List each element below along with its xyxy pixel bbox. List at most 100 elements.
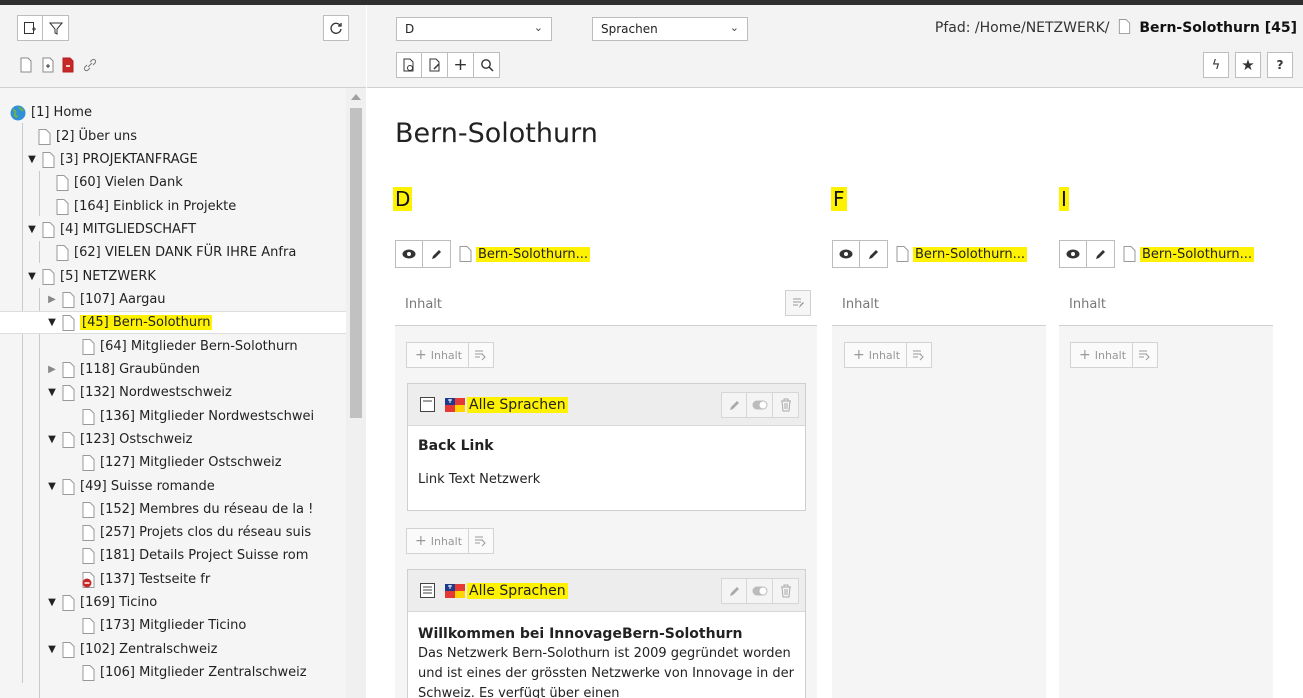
column-header-d: Inhalt <box>395 284 817 326</box>
tree-node[interactable]: ▼ [5] NETZWERK <box>26 265 346 288</box>
help-button[interactable]: ? <box>1267 52 1293 78</box>
tree-node-home[interactable]: [1] Home <box>10 101 346 124</box>
add-content-button[interactable]: + Inhalt <box>406 528 495 554</box>
tree-node[interactable]: [136] Mitglieder Nordwestschwei <box>78 405 346 428</box>
tree-node[interactable]: [60] Vielen Dank <box>52 171 346 194</box>
bookmark-button[interactable]: ★ <box>1235 52 1261 78</box>
refresh-tree-button[interactable] <box>323 15 349 41</box>
tree-node[interactable]: [173] Mitglieder Ticino <box>78 614 346 637</box>
add-content-button[interactable]: + Inhalt <box>1070 342 1159 368</box>
page-tree-toolbar <box>0 5 366 88</box>
edit-page-button[interactable] <box>422 52 448 78</box>
page-title-link[interactable]: Bern-Solothurn... <box>913 246 1028 262</box>
tree-line <box>39 241 40 263</box>
page-icon <box>1123 246 1136 262</box>
tree-node[interactable]: ▼ [123] Ostschweiz <box>46 428 346 451</box>
refresh-icon <box>330 22 342 34</box>
tree-node[interactable]: ▶ [107] Aargau <box>46 288 346 311</box>
tree-node[interactable]: [152] Membres du réseau de la ! <box>78 498 346 521</box>
language-badge: Alle Sprachen <box>467 396 568 413</box>
page-icon <box>82 454 95 471</box>
tree-node[interactable]: ▼ [102] Zentralschweiz <box>46 638 346 661</box>
edit-button[interactable] <box>423 240 451 268</box>
add-button[interactable]: + <box>448 52 474 78</box>
add-content-button[interactable]: + Inhalt <box>406 342 495 368</box>
delete-button[interactable] <box>773 392 799 418</box>
page-icon <box>82 664 95 681</box>
content-element[interactable]: Alle Sprachen Willkommen bei InnovageBer… <box>407 569 806 698</box>
content-element[interactable]: Alle Sprachen Back Link Link Text Netzwe… <box>407 383 806 511</box>
expand-toggle-icon[interactable]: ▶ <box>46 294 58 305</box>
expand-toggle-icon[interactable]: ▼ <box>46 434 58 445</box>
page-icon <box>1118 19 1131 34</box>
tree-node[interactable]: ▼ [132] Nordwestschweiz <box>46 381 346 404</box>
column-header-label: Inhalt <box>405 297 442 312</box>
page-icon <box>82 524 95 541</box>
tree-node[interactable]: ▼ [4] MITGLIEDSCHAFT <box>26 218 346 241</box>
link-icon[interactable] <box>82 57 98 73</box>
tree-node[interactable]: [62] VIELEN DANK FÜR IHRE Anfra <box>52 241 346 264</box>
view-button[interactable] <box>395 240 423 268</box>
toggle-visibility-button[interactable] <box>747 392 773 418</box>
expand-toggle-icon[interactable]: ▼ <box>26 154 38 165</box>
expand-toggle-icon[interactable]: ▼ <box>26 271 38 282</box>
view-select[interactable]: Sprachen ⌄ <box>592 17 748 41</box>
page-icon <box>459 246 472 262</box>
new-page-button[interactable] <box>17 15 43 41</box>
tree-node[interactable]: [164] Einblick in Projekte <box>52 195 346 218</box>
expand-toggle-icon[interactable]: ▼ <box>26 224 38 235</box>
tree-node[interactable]: [106] Mitglieder Zentralschweiz <box>78 661 346 684</box>
tree-node[interactable]: ▼ [49] Suisse romande <box>46 475 346 498</box>
expand-toggle-icon[interactable]: ▼ <box>46 317 58 328</box>
tree-node-label: [102] Zentralschweiz <box>80 642 218 657</box>
tree-node-selected[interactable]: ▼ [45] Bern-Solothurn <box>0 311 346 334</box>
multilanguage-flag-icon <box>445 397 465 412</box>
page-into-icon[interactable] <box>40 57 56 73</box>
eye-icon <box>839 249 853 259</box>
page-title-link[interactable]: Bern-Solothurn... <box>1140 246 1255 262</box>
page-module-content: Bern-Solothurn D F I Bern-Solothurn... B… <box>367 88 1303 698</box>
filter-button[interactable] <box>43 15 69 41</box>
tree-node[interactable]: [257] Projets clos du réseau suis <box>78 521 346 544</box>
expand-toggle-icon[interactable]: ▼ <box>46 481 58 492</box>
add-content-label: Inhalt <box>430 534 463 548</box>
tree-node[interactable]: ▼ [3] PROJEKTANFRAGE <box>26 148 346 171</box>
tree-node-label: [169] Ticino <box>80 595 158 610</box>
trash-icon <box>780 398 791 412</box>
expand-toggle-icon[interactable]: ▼ <box>46 597 58 608</box>
view-page-button[interactable] <box>396 52 422 78</box>
delete-button[interactable] <box>773 578 799 604</box>
tree-node[interactable]: ▶ [118] Graubünden <box>46 358 346 381</box>
edit-button[interactable] <box>721 578 747 604</box>
page-delete-icon[interactable] <box>60 57 76 73</box>
language-select[interactable]: D ⌄ <box>396 17 552 41</box>
edit-button[interactable] <box>860 240 888 268</box>
tree-node[interactable]: [64] Mitglieder Bern-Solothurn <box>78 335 346 358</box>
expand-toggle-icon[interactable]: ▼ <box>46 644 58 655</box>
page-icon[interactable] <box>18 57 34 73</box>
view-button[interactable] <box>1059 240 1087 268</box>
column-header-label: Inhalt <box>1069 297 1106 312</box>
toggle-visibility-button[interactable] <box>747 578 773 604</box>
tree-node[interactable]: ▼ [169] Ticino <box>46 591 346 614</box>
view-button[interactable] <box>832 240 860 268</box>
scroll-thumb[interactable] <box>350 108 362 418</box>
tree-scrollbar[interactable] <box>346 88 366 698</box>
eye-icon <box>1066 249 1080 259</box>
expand-toggle-icon[interactable]: ▶ <box>46 364 58 375</box>
expand-toggle-icon[interactable]: ▼ <box>46 387 58 398</box>
page-title-link[interactable]: Bern-Solothurn... <box>476 246 591 262</box>
clear-cache-button[interactable]: ϟ <box>1203 52 1229 78</box>
edit-button[interactable] <box>1087 240 1115 268</box>
tree-node[interactable]: [127] Mitglieder Ostschweiz <box>78 451 346 474</box>
tree-node[interactable]: [2] Über uns <box>22 125 346 148</box>
add-content-button[interactable]: + Inhalt <box>844 342 933 368</box>
tree-node-label: [1] Home <box>31 105 92 120</box>
scroll-up-icon[interactable] <box>351 94 361 100</box>
tree-node[interactable]: [181] Details Project Suisse rom <box>78 544 346 567</box>
edit-column-button[interactable] <box>785 290 811 316</box>
edit-button[interactable] <box>721 392 747 418</box>
page-icon <box>56 244 69 261</box>
tree-node[interactable]: [137] Testseite fr <box>78 568 346 591</box>
search-button[interactable] <box>474 52 500 78</box>
